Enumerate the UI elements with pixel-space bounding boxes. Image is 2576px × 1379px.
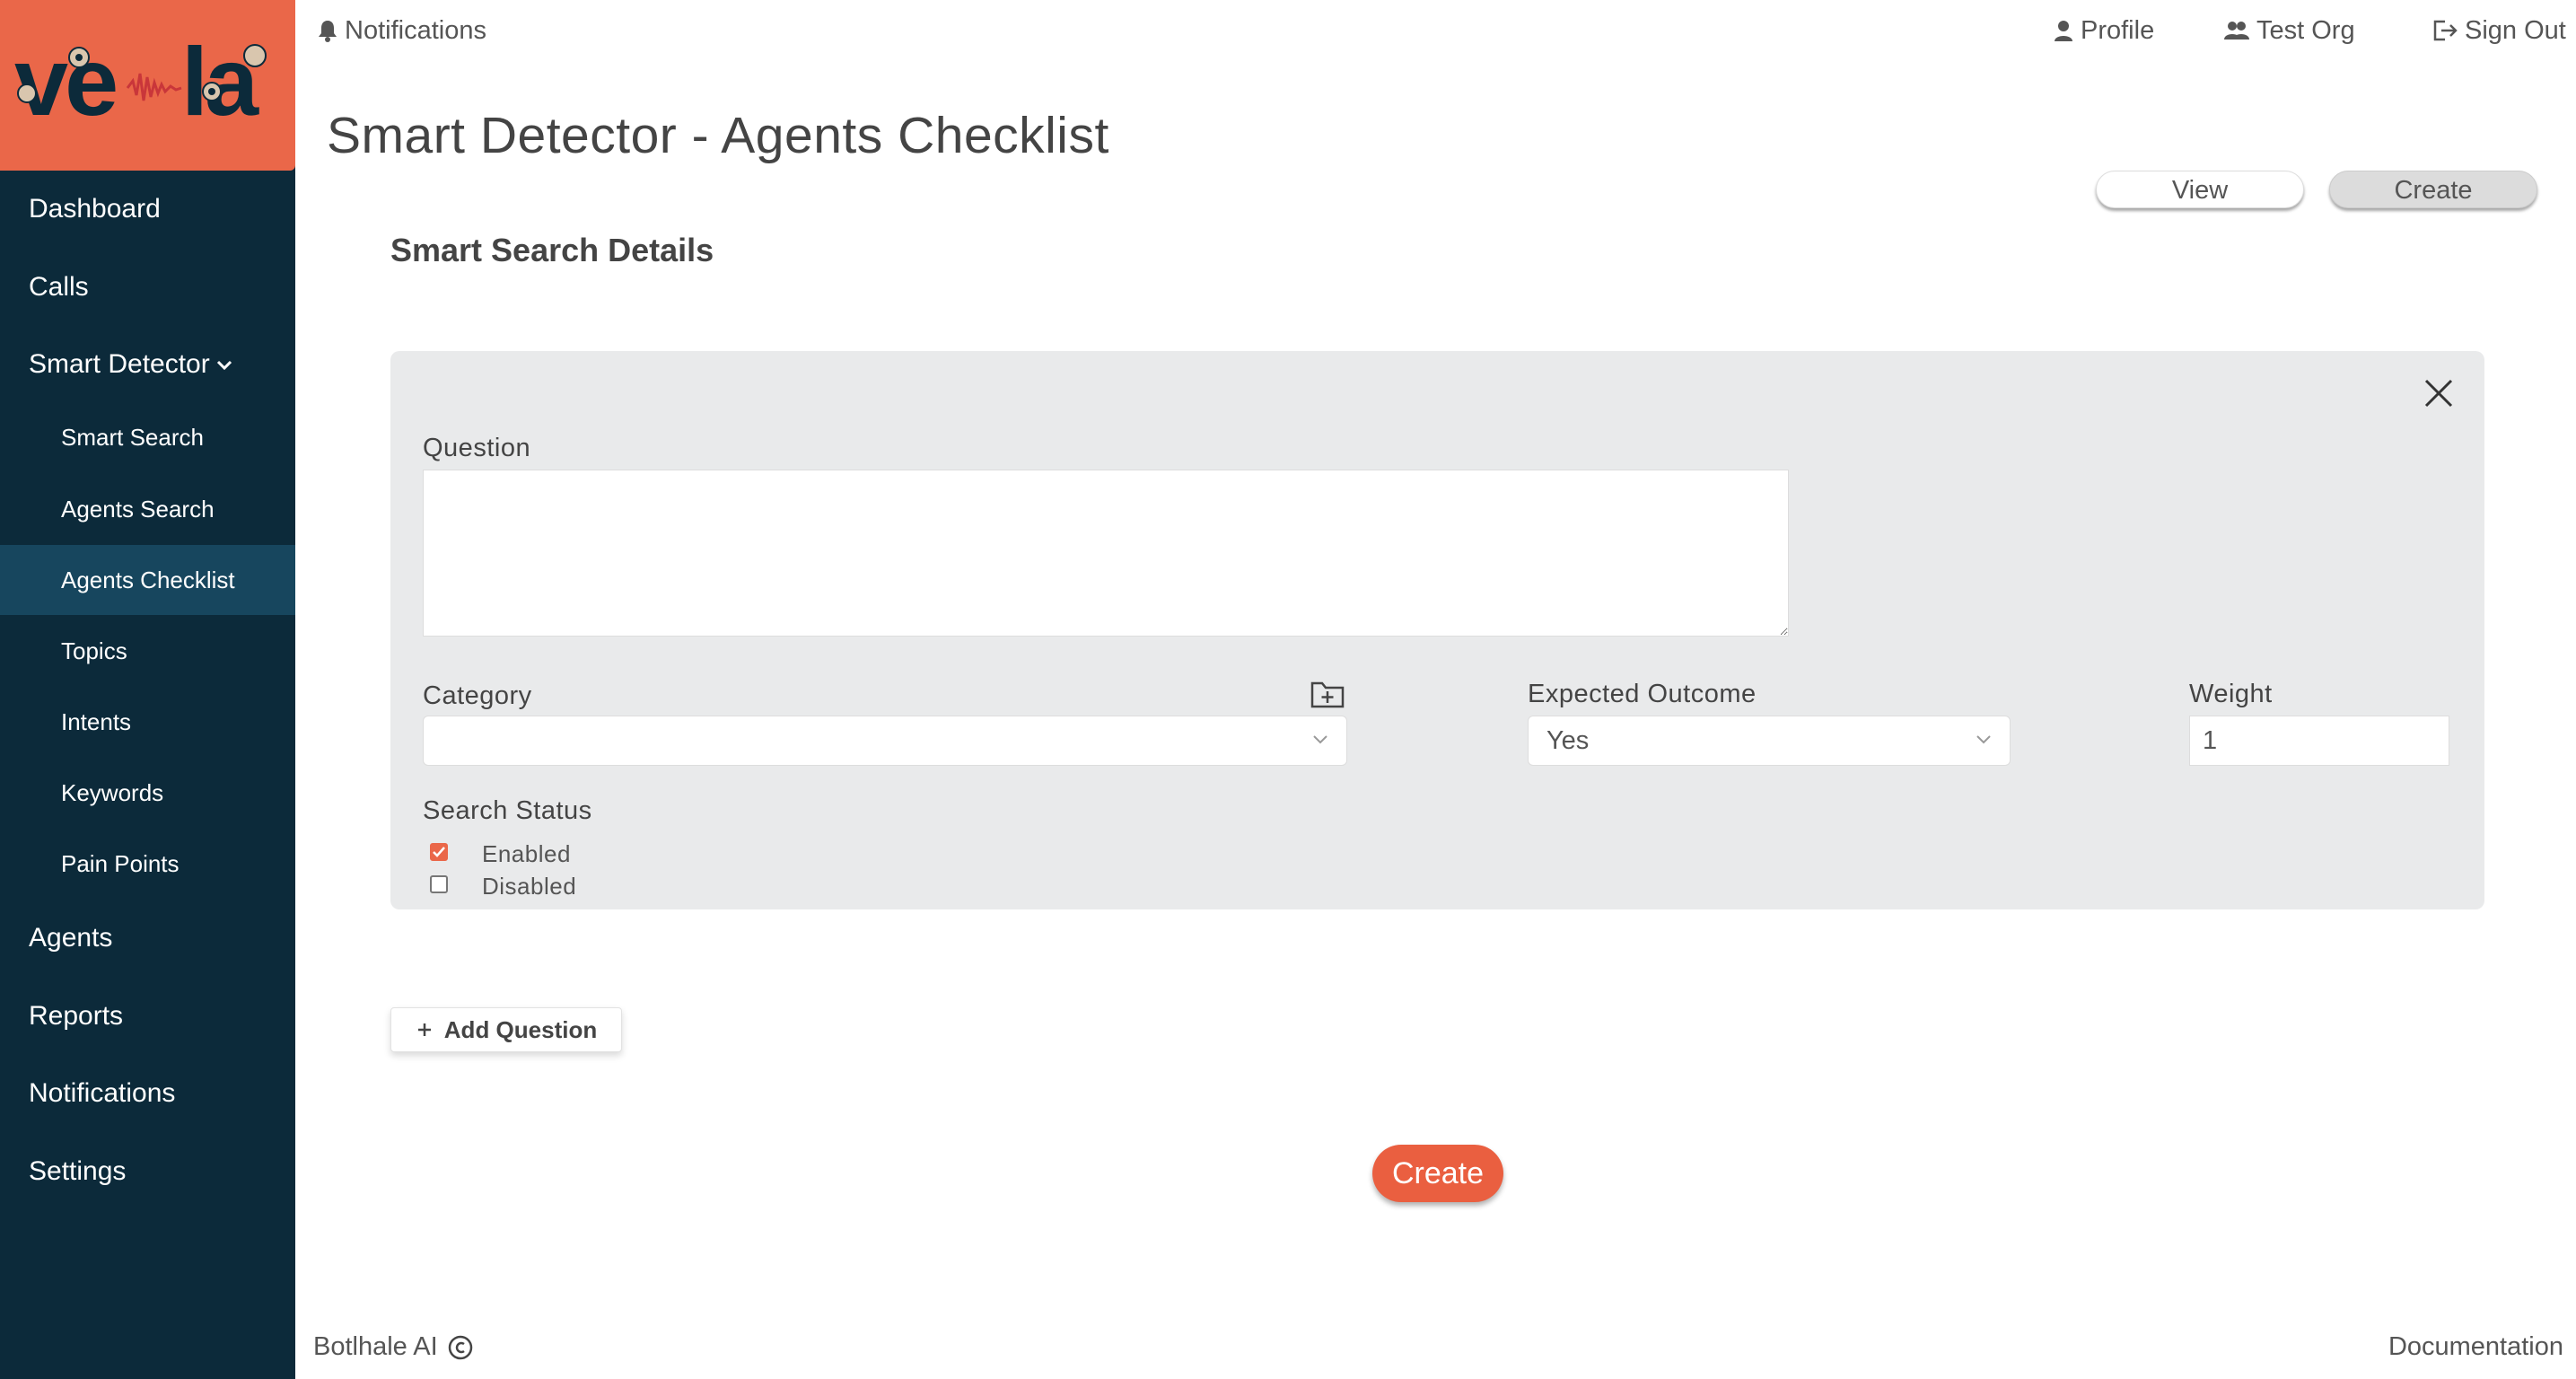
- chevron-down-icon: [1313, 735, 1327, 744]
- question-card: Question Category Expected Outcome Yes W…: [390, 351, 2484, 909]
- sidebar-item-dashboard[interactable]: Dashboard: [0, 182, 295, 236]
- sidebar-item-smart-detector[interactable]: Smart Detector: [0, 338, 295, 391]
- vela-logo[interactable]: ve la: [0, 0, 295, 171]
- question-label: Question: [423, 434, 531, 462]
- sidebar-item-label: Agents Checklist: [61, 567, 235, 593]
- sidebar-item-keywords[interactable]: Keywords: [0, 758, 295, 828]
- weight-label: Weight: [2189, 680, 2273, 708]
- sidebar-item-topics[interactable]: Topics: [0, 616, 295, 686]
- category-label: Category: [423, 681, 532, 710]
- sidebar-item-calls[interactable]: Calls: [0, 260, 295, 314]
- add-question-label: Add Question: [443, 1015, 598, 1043]
- svg-text:la: la: [181, 27, 259, 136]
- add-question-button[interactable]: Add Question: [390, 1007, 622, 1052]
- sidebar-item-label: Topics: [61, 637, 127, 664]
- notifications-link[interactable]: Notifications: [318, 13, 486, 48]
- question-input[interactable]: [423, 470, 1789, 637]
- sidebar-item-label: Notifications: [29, 1078, 176, 1108]
- sign-out-icon: [2433, 20, 2458, 41]
- sidebar-item-smart-search[interactable]: Smart Search: [0, 402, 295, 472]
- expected-outcome-value: Yes: [1546, 726, 1590, 755]
- sign-out-label: Sign Out: [2465, 16, 2566, 45]
- chevron-down-icon: [1976, 735, 1991, 744]
- sidebar-item-label: Agents Search: [61, 496, 215, 523]
- section-title: Smart Search Details: [390, 232, 714, 268]
- sidebar-item-label: Calls: [29, 272, 89, 302]
- sidebar-item-agents-checklist[interactable]: Agents Checklist: [0, 545, 295, 615]
- search-status-label: Search Status: [423, 796, 592, 825]
- logo-graphic: ve la: [14, 27, 267, 136]
- enabled-checkbox[interactable]: [430, 843, 448, 861]
- expected-outcome-select[interactable]: Yes: [1528, 716, 2011, 766]
- profile-label: Profile: [2081, 16, 2155, 45]
- sidebar-item-label: Dashboard: [29, 194, 161, 224]
- chevron-down-icon: [216, 361, 232, 371]
- sidebar-item-settings[interactable]: Settings: [0, 1145, 295, 1199]
- sidebar-item-label: Reports: [29, 1001, 124, 1031]
- close-icon[interactable]: [2421, 375, 2457, 411]
- sidebar-item-label: Settings: [29, 1156, 127, 1186]
- org-label: Test Org: [2256, 16, 2355, 45]
- expected-outcome-label: Expected Outcome: [1528, 680, 1757, 708]
- sidebar-item-label: Agents: [29, 923, 113, 953]
- svg-text:ve: ve: [14, 27, 116, 136]
- sidebar-item-reports[interactable]: Reports: [0, 989, 295, 1043]
- sidebar-item-notifications[interactable]: Notifications: [0, 1067, 295, 1120]
- copyright-icon: [448, 1335, 472, 1359]
- sidebar-item-label: Smart Detector: [29, 349, 210, 379]
- profile-link[interactable]: Profile: [2054, 13, 2154, 48]
- weight-input[interactable]: 1: [2189, 716, 2449, 766]
- sidebar-item-pain-points[interactable]: Pain Points: [0, 829, 295, 899]
- user-icon: [2055, 21, 2072, 41]
- footer-brand-label: Botlhale AI: [313, 1332, 438, 1361]
- folder-plus-icon[interactable]: [1310, 680, 1345, 710]
- sidebar-item-agents-search[interactable]: Agents Search: [0, 474, 295, 544]
- plus-icon: [417, 1023, 431, 1036]
- bell-icon: [319, 21, 337, 42]
- sidebar-item-label: Smart Search: [61, 424, 204, 451]
- create-button[interactable]: Create: [1372, 1145, 1503, 1202]
- sidebar-item-agents[interactable]: Agents: [0, 911, 295, 965]
- disabled-label: Disabled: [482, 873, 577, 900]
- documentation-link[interactable]: Documentation: [2388, 1332, 2563, 1362]
- enabled-label: Enabled: [482, 840, 571, 867]
- sign-out-link[interactable]: Sign Out: [2432, 13, 2566, 48]
- create-mode-button[interactable]: Create: [2329, 171, 2537, 208]
- users-icon: [2224, 22, 2249, 40]
- checkbox-checked-icon: [433, 847, 445, 857]
- sidebar-item-intents[interactable]: Intents: [0, 687, 295, 757]
- notifications-label: Notifications: [345, 16, 486, 45]
- view-button[interactable]: View: [2096, 171, 2304, 208]
- footer-brand: Botlhale AI: [313, 1332, 474, 1362]
- sidebar-item-label: Pain Points: [61, 850, 180, 877]
- sidebar-item-label: Intents: [61, 708, 132, 735]
- sidebar: ve la Dashboard Calls Smart Detector Sma…: [0, 0, 295, 1379]
- disabled-checkbox[interactable]: [430, 875, 448, 893]
- page-title: Smart Detector - Agents Checklist: [327, 107, 1109, 164]
- org-link[interactable]: Test Org: [2224, 13, 2355, 48]
- sidebar-item-label: Keywords: [61, 779, 164, 806]
- category-select[interactable]: [423, 716, 1347, 766]
